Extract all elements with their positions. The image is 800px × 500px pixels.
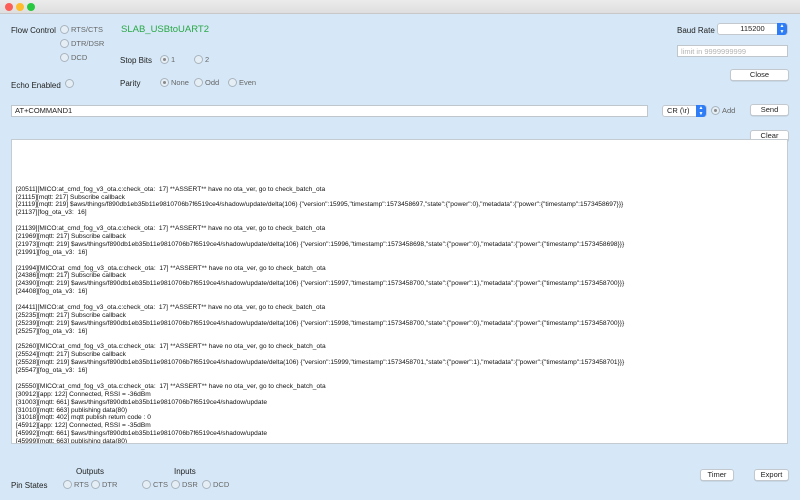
close-window-button[interactable]	[5, 3, 13, 11]
echo-enabled-label: Echo Enabled	[11, 81, 61, 90]
radio-checked-icon	[711, 106, 720, 115]
stop-bits-label: Stop Bits	[120, 56, 153, 65]
log-line: [24390][mqtt: 219] $aws/things/f890db1eb…	[16, 280, 625, 288]
flow-control-label: Flow Control	[11, 26, 56, 35]
log-line: [25524][mqtt: 217] Subscribe callback	[16, 351, 126, 359]
outputs-label: Outputs	[76, 467, 105, 476]
log-line: [30912][app: 122] Connected, RSSI = -36d…	[16, 390, 151, 398]
chevron-up-down-icon: ▲ ▼	[696, 105, 706, 117]
radio-circle-icon	[194, 78, 203, 87]
command-input[interactable]: AT+COMMAND1	[11, 105, 648, 117]
log-line: [21139][MICO:at_cmd_fog_v3_ota.c:check_o…	[16, 225, 326, 233]
log-line: [45999][mqtt: 663] publishing data(80)	[16, 438, 128, 444]
radio-circle-icon	[194, 55, 203, 64]
log-line: [20511][MICO:at_cmd_fog_v3_ota.c:check_o…	[16, 185, 326, 193]
radio-circle-icon	[60, 39, 69, 48]
stop-bits-option-1[interactable]: 1	[160, 55, 175, 64]
export-button[interactable]: Export	[754, 469, 789, 481]
parity-option-none[interactable]: None	[160, 78, 189, 87]
log-output[interactable]: [20511][MICO:at_cmd_fog_v3_ota.c:check_o…	[11, 139, 788, 444]
send-button[interactable]: Send	[750, 104, 789, 116]
log-line: [25550][MICO:at_cmd_fog_v3_ota.c:check_o…	[16, 382, 326, 390]
add-option[interactable]: Add	[711, 106, 735, 115]
log-line: [21137][fog_ota_v3: 16]	[16, 209, 87, 217]
log-line: [21119][mqtt: 219] $aws/things/f890db1eb…	[16, 201, 624, 209]
stop-bits-option-2[interactable]: 2	[194, 55, 209, 64]
minimize-window-button[interactable]	[16, 3, 24, 11]
log-line: [21969][mqtt: 217] Subscribe callback	[16, 232, 126, 240]
flow-control-option-dtr-dsr[interactable]: DTR/DSR	[60, 39, 104, 48]
timer-button[interactable]: Timer	[700, 469, 734, 481]
parity-option-even[interactable]: Even	[228, 78, 256, 87]
log-line: [45992][mqtt: 661] $aws/things/f890db1eb…	[16, 430, 268, 438]
inputs-label: Inputs	[174, 467, 196, 476]
radio-checked-icon	[160, 55, 169, 64]
baud-rate-select[interactable]: 115200 ▲ ▼	[717, 23, 788, 35]
pin-states-label: Pin States	[11, 481, 48, 490]
pin-input-dsr: DSR	[171, 480, 198, 489]
log-line: [24411][MICO:at_cmd_fog_v3_ota.c:check_o…	[16, 303, 326, 311]
radio-circle-icon	[60, 25, 69, 34]
log-line: [25547][fog_ota_v3: 16]	[16, 367, 88, 375]
line-ending-select[interactable]: CR (\r) ▲ ▼	[662, 105, 707, 117]
title-bar	[0, 0, 800, 14]
close-button[interactable]: Close	[730, 69, 789, 81]
zoom-window-button[interactable]	[27, 3, 35, 11]
log-line: [24408][fog_ota_v3: 16]	[16, 288, 88, 296]
log-line: [25260][MICO:at_cmd_fog_v3_ota.c:check_o…	[16, 343, 326, 351]
parity-option-odd[interactable]: Odd	[194, 78, 219, 87]
log-line: [25239][mqtt: 219] $aws/things/f890db1eb…	[16, 319, 625, 327]
log-lines: [20511][MICO:at_cmd_fog_v3_ota.c:check_o…	[16, 185, 783, 444]
log-line: [21115][mqtt: 217] Subscribe callback	[16, 193, 125, 201]
pin-output-dtr: DTR	[91, 480, 117, 489]
log-line: [21991][fog_ota_v3: 16]	[16, 248, 88, 256]
log-line: [45912][app: 122] Connected, RSSI = -35d…	[16, 422, 151, 430]
radio-circle-icon	[63, 480, 72, 489]
log-line: [25257][fog_ota_v3: 16]	[16, 327, 88, 335]
log-line: [24386][mqtt: 217] Subscribe callback	[16, 272, 126, 280]
pin-input-dcd: DCD	[202, 480, 229, 489]
limit-input[interactable]	[677, 45, 788, 57]
chevron-up-down-icon: ▲ ▼	[777, 23, 787, 35]
flow-control-option-rts-cts[interactable]: RTS/CTS	[60, 25, 103, 34]
flow-control-option-dcd[interactable]: DCD	[60, 53, 87, 62]
pin-input-cts: CTS	[142, 480, 168, 489]
baud-rate-label: Baud Rate	[677, 26, 715, 35]
radio-circle-icon	[171, 480, 180, 489]
radio-checked-icon	[160, 78, 169, 87]
line-ending-value: CR (\r)	[667, 106, 690, 115]
log-line: [25528][mqtt: 219] $aws/things/f890db1eb…	[16, 359, 625, 367]
radio-circle-icon	[60, 53, 69, 62]
log-line: [31003][mqtt: 661] $aws/things/f890db1eb…	[16, 398, 268, 406]
log-line: [31010][mqtt: 663] publishing data(80)	[16, 406, 128, 414]
log-line: [21994][MICO:at_cmd_fog_v3_ota.c:check_o…	[16, 264, 326, 272]
radio-circle-icon	[91, 480, 100, 489]
log-line: [31018][mqtt: 402] mqtt publish return c…	[16, 414, 151, 422]
pin-output-rts: RTS	[63, 480, 89, 489]
baud-rate-value: 115200	[740, 24, 765, 33]
log-line: [21973][mqtt: 219] $aws/things/f890db1eb…	[16, 240, 625, 248]
radio-circle-icon	[202, 480, 211, 489]
echo-enabled-toggle[interactable]	[65, 79, 76, 88]
parity-label: Parity	[120, 79, 141, 88]
log-line: [25235][mqtt: 217] Subscribe callback	[16, 311, 126, 319]
device-name: SLAB_USBtoUART2	[121, 24, 210, 35]
radio-circle-icon	[142, 480, 151, 489]
radio-circle-icon	[228, 78, 237, 87]
radio-circle-icon	[65, 79, 74, 88]
